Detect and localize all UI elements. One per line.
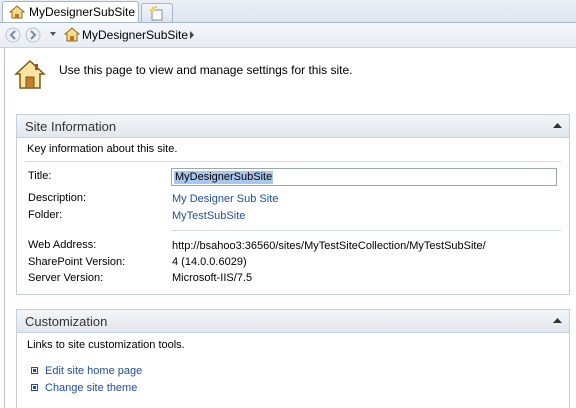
forward-arrow-icon[interactable]: [25, 27, 41, 43]
new-tab-icon: [149, 6, 163, 21]
collapse-icon[interactable]: [553, 317, 562, 324]
description-link[interactable]: My Designer Sub Site: [172, 193, 278, 205]
folder-label: Folder:: [28, 209, 63, 221]
page-left-border: [4, 47, 5, 408]
web-address-label: Web Address:: [28, 239, 97, 251]
edit-site-home-page-link[interactable]: Edit site home page: [45, 365, 142, 377]
section-description: Key information about this site.: [27, 143, 178, 155]
page-intro: Use this page to view and manage setting…: [59, 63, 353, 77]
server-version-label: Server Version:: [28, 272, 104, 284]
customization-section: Customization Links to site customizatio…: [16, 309, 570, 408]
divider: [171, 230, 561, 231]
description-label: Description:: [28, 192, 87, 204]
bullet-icon: [31, 384, 38, 391]
sharepoint-version-label: SharePoint Version:: [28, 256, 126, 268]
navigation-bar: MyDesignerSubSite: [0, 23, 576, 48]
tab-mydesignersubsite[interactable]: MyDesignerSubSite: [2, 1, 139, 22]
title-label: Title:: [28, 170, 52, 182]
new-tab-button[interactable]: [141, 3, 173, 22]
section-header[interactable]: Customization: [17, 310, 569, 333]
chevron-down-icon[interactable]: [48, 29, 58, 39]
breadcrumb[interactable]: MyDesignerSubSite: [82, 28, 188, 42]
tab-label: MyDesignerSubSite: [29, 5, 136, 19]
back-arrow-icon[interactable]: [5, 27, 21, 43]
chevron-right-icon[interactable]: [188, 31, 196, 39]
folder-link[interactable]: MyTestSubSite: [172, 210, 245, 222]
site-information-section: Site Information Key information about t…: [16, 114, 570, 295]
collapse-icon[interactable]: [553, 122, 562, 129]
sharepoint-version-value: 4 (14.0.0.6029): [172, 256, 247, 268]
title-field-value: MyDesignerSubSite: [174, 171, 274, 184]
bullet-icon: [31, 367, 38, 374]
home-icon: [9, 5, 25, 19]
change-site-theme-link[interactable]: Change site theme: [45, 382, 137, 394]
home-icon: [64, 27, 80, 42]
section-header[interactable]: Site Information: [17, 115, 569, 138]
server-version-value: Microsoft-IIS/7.5: [172, 272, 253, 284]
section-title: Customization: [25, 314, 108, 329]
section-title: Site Information: [25, 119, 117, 134]
divider: [25, 161, 561, 162]
home-icon: [14, 59, 46, 89]
tab-strip: MyDesignerSubSite: [0, 0, 576, 23]
web-address-value: http://bsahoo3:36560/sites/MyTestSiteCol…: [172, 240, 486, 252]
title-field[interactable]: MyDesignerSubSite: [171, 168, 557, 186]
section-description: Links to site customization tools.: [27, 339, 185, 351]
